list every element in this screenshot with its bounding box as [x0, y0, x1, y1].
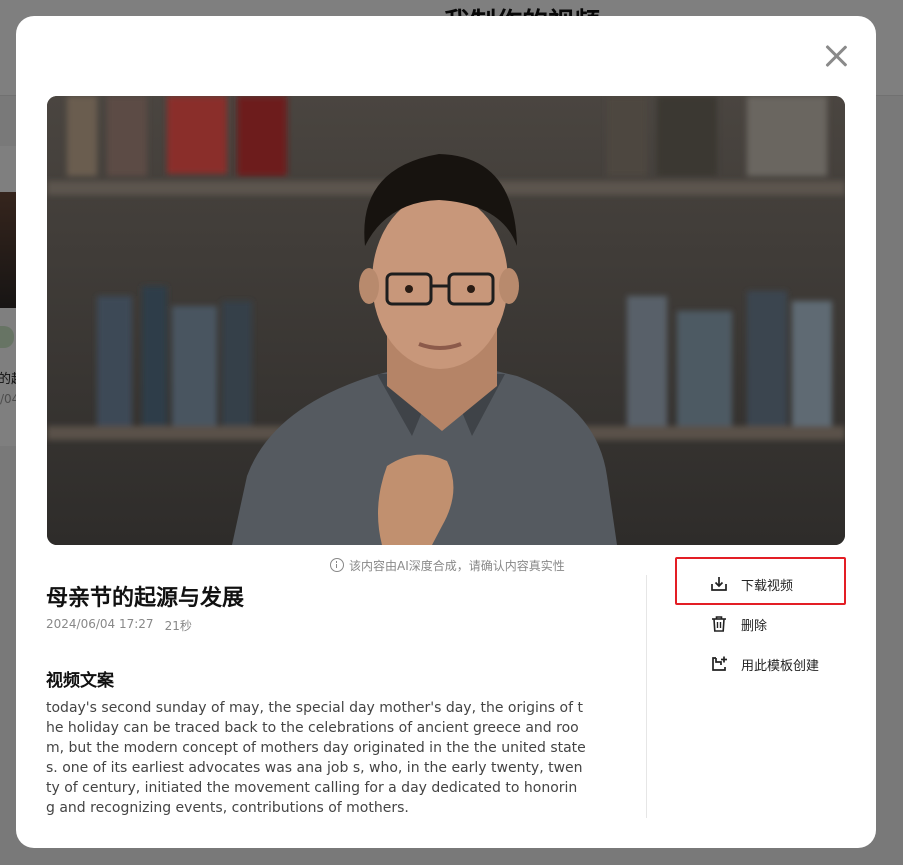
vertical-divider	[646, 575, 647, 818]
video-thumbnail-person	[47, 96, 845, 545]
create-from-template-button[interactable]: 用此模板创建	[710, 653, 819, 675]
video-duration: 21秒	[164, 619, 192, 633]
ai-notice-text: 该内容由AI深度合成，请确认内容真实性	[349, 558, 565, 573]
video-player[interactable]	[47, 96, 845, 545]
create-from-template-label: 用此模板创建	[741, 658, 820, 674]
video-meta: 2024/06/04 17:27 21秒	[46, 617, 192, 634]
script-body: today's second sunday of may, the specia…	[46, 700, 586, 816]
video-detail-modal: 该内容由AI深度合成，请确认内容真实性 母亲节的起源与发展 2024/06/04…	[16, 16, 876, 848]
delete-button[interactable]: 删除	[710, 613, 767, 635]
info-icon	[330, 558, 344, 572]
download-video-button[interactable]: 下载视频	[710, 573, 793, 595]
ai-content-notice: 该内容由AI深度合成，请确认内容真实性	[330, 557, 565, 573]
create-from-template-icon	[712, 656, 727, 671]
video-date: 2024/06/04 17:27	[46, 617, 154, 631]
trash-icon	[712, 616, 726, 632]
download-video-label: 下载视频	[741, 578, 794, 594]
script-heading: 视频文案	[46, 671, 114, 691]
download-icon	[711, 577, 727, 591]
delete-label: 删除	[741, 618, 768, 634]
video-title: 母亲节的起源与发展	[46, 586, 245, 611]
close-icon[interactable]	[822, 42, 850, 70]
